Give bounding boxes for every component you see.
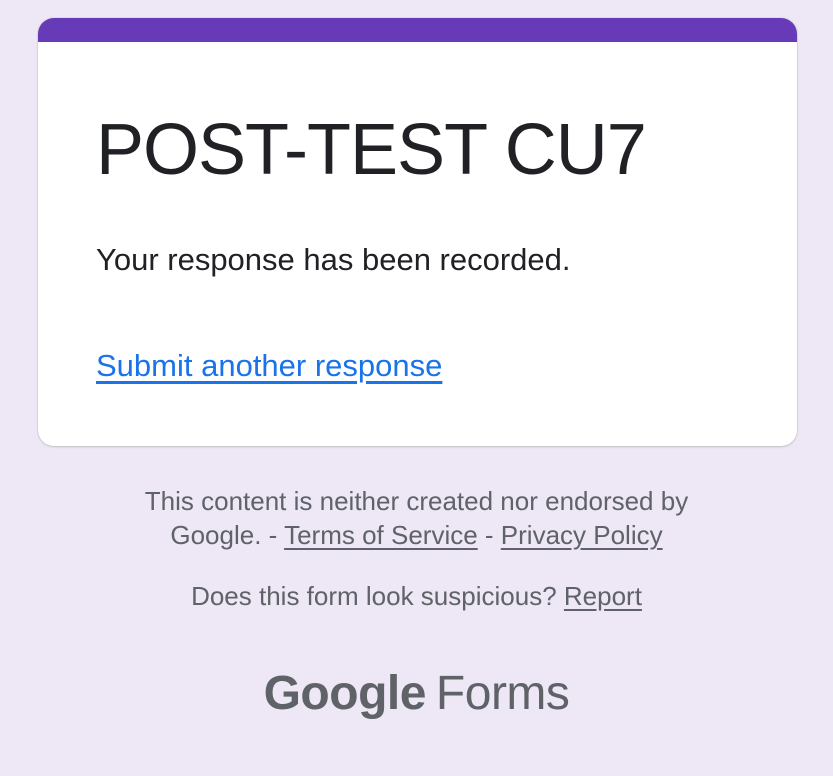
form-response-page: POST-TEST CU7 Your response has been rec… [0,0,833,776]
footer-disclaimer: This content is neither created nor endo… [0,484,833,552]
confirmation-card: POST-TEST CU7 Your response has been rec… [38,18,797,446]
forms-wordmark: Forms [435,667,570,720]
submit-another-response-link[interactable]: Submit another response [96,346,442,386]
disclaimer-prefix: Google. - [170,520,285,550]
link-separator: - [477,520,501,550]
terms-of-service-link[interactable]: Terms of Service [284,520,478,550]
form-title: POST-TEST CU7 [96,110,647,190]
card-accent-bar [38,18,797,42]
report-suspicious: Does this form look suspicious? Report [0,579,833,613]
report-link[interactable]: Report [564,581,642,611]
google-forms-logo[interactable]: Google Forms [0,664,833,724]
disclaimer-line-1: This content is neither created nor endo… [144,486,689,516]
confirmation-message: Your response has been recorded. [96,242,571,277]
suspicious-prompt: Does this form look suspicious? [191,581,564,611]
google-wordmark: Google [263,667,427,720]
privacy-policy-link[interactable]: Privacy Policy [501,520,663,550]
disclaimer-line-2: Google. - Terms of Service - Privacy Pol… [0,518,833,552]
